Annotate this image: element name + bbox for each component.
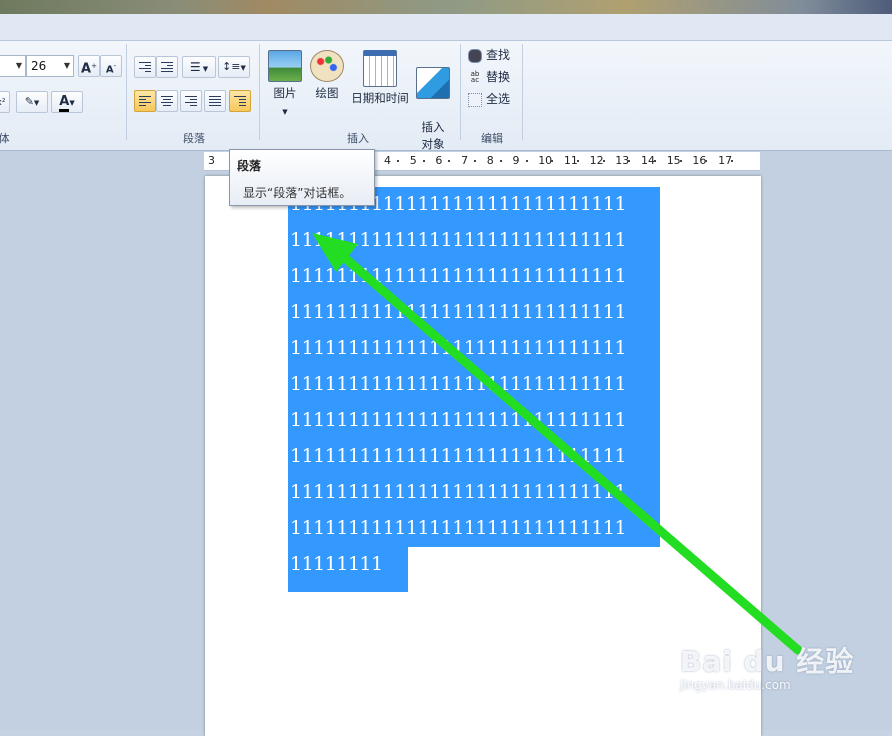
arrow-shaft	[333, 247, 803, 655]
watermark-main: Bai du 经验	[680, 645, 855, 678]
watermark: Bai du 经验 jingyan.baidu.com	[680, 640, 854, 692]
annotation-arrow	[312, 233, 803, 655]
watermark-sub: jingyan.baidu.com	[680, 678, 791, 692]
